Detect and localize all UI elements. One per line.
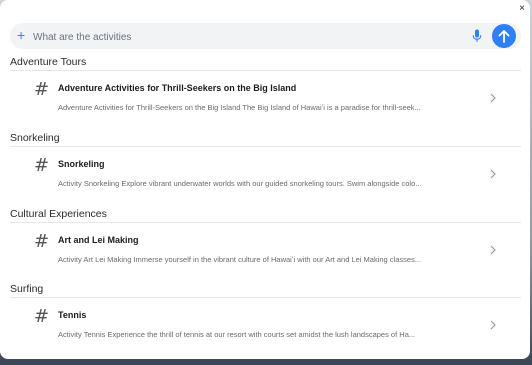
item-title: Adventure Activities for Thrill-Seekers … [58, 83, 297, 93]
microphone-icon[interactable] [472, 29, 482, 43]
divider [10, 297, 521, 298]
list-item[interactable]: # Snorkeling Activity Snorkeling Explore… [10, 150, 521, 204]
chevron-right-icon [490, 93, 496, 103]
search-panel: × + Adventure Tours # Adventure Activiti… [0, 0, 530, 359]
chevron-right-icon [490, 320, 496, 330]
search-bar: + [10, 23, 521, 49]
hash-icon: # [34, 155, 50, 176]
item-title: Tennis [58, 310, 87, 320]
list-item[interactable]: # Tennis Activity Tennis Experience the … [10, 301, 521, 355]
item-title: Snorkeling [58, 159, 105, 169]
plus-icon[interactable]: + [17, 27, 25, 43]
chevron-right-icon [490, 245, 496, 255]
item-description: Activity Art Lei Making Immerse yourself… [58, 255, 422, 264]
hash-icon: # [34, 79, 50, 100]
section-title-adventure-tours: Adventure Tours [10, 56, 87, 68]
chevron-right-icon [490, 169, 496, 179]
section-title-cultural-experiences: Cultural Experiences [10, 208, 107, 220]
hash-icon: # [34, 306, 50, 327]
divider [10, 222, 521, 223]
hash-icon: # [34, 231, 50, 252]
send-button[interactable] [492, 24, 516, 48]
item-description: Activity Tennis Experience the thrill of… [58, 330, 416, 339]
item-description: Adventure Activities for Thrill-Seekers … [58, 103, 421, 112]
divider [10, 146, 521, 147]
section-title-snorkeling: Snorkeling [10, 132, 60, 144]
search-input[interactable] [31, 28, 465, 46]
item-title: Art and Lei Making [58, 235, 139, 245]
arrow-up-icon [498, 30, 510, 43]
list-item[interactable]: # Art and Lei Making Activity Art Lei Ma… [10, 226, 521, 280]
item-description: Activity Snorkeling Explore vibrant unde… [58, 179, 422, 188]
list-item[interactable]: # Adventure Activities for Thrill-Seeker… [10, 74, 521, 128]
close-icon[interactable]: × [517, 4, 527, 14]
divider [10, 70, 521, 71]
section-title-surfing: Surfing [10, 283, 44, 295]
